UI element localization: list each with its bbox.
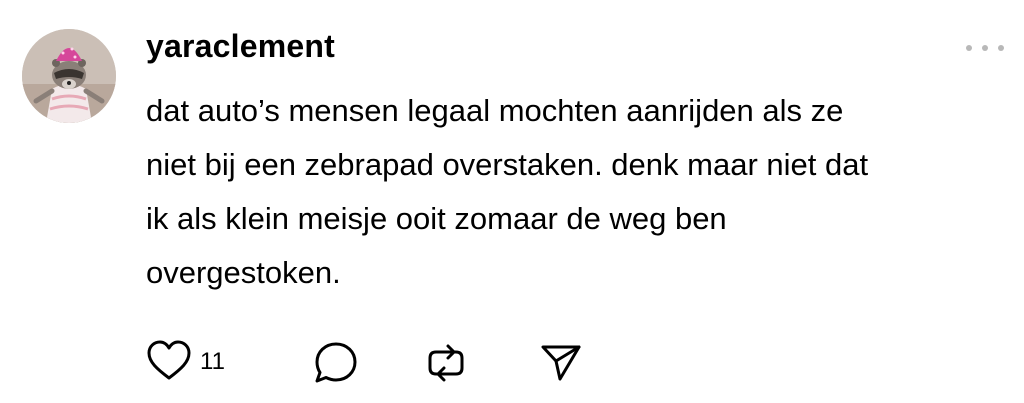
more-dots-icon [966,45,1004,51]
like-count: 11 [200,348,225,375]
send-icon [541,345,581,381]
username[interactable]: yaraclement [146,26,335,66]
avatar-image [22,29,116,123]
reply-button[interactable] [312,336,360,388]
heart-icon [147,340,191,380]
share-button[interactable] [538,336,584,388]
post: yaraclement dat auto’s mensen legaal moc… [0,0,1024,403]
comment-bubble-icon [315,342,357,383]
post-text: dat auto’s mensen legaal mochten aanrijd… [146,93,869,290]
repost-icon [428,344,464,382]
action-bar: 11 [146,336,606,388]
avatar[interactable] [22,29,116,123]
repost-button[interactable] [422,336,470,388]
more-options-button[interactable] [962,36,1008,60]
like-button[interactable]: 11 [146,336,225,388]
